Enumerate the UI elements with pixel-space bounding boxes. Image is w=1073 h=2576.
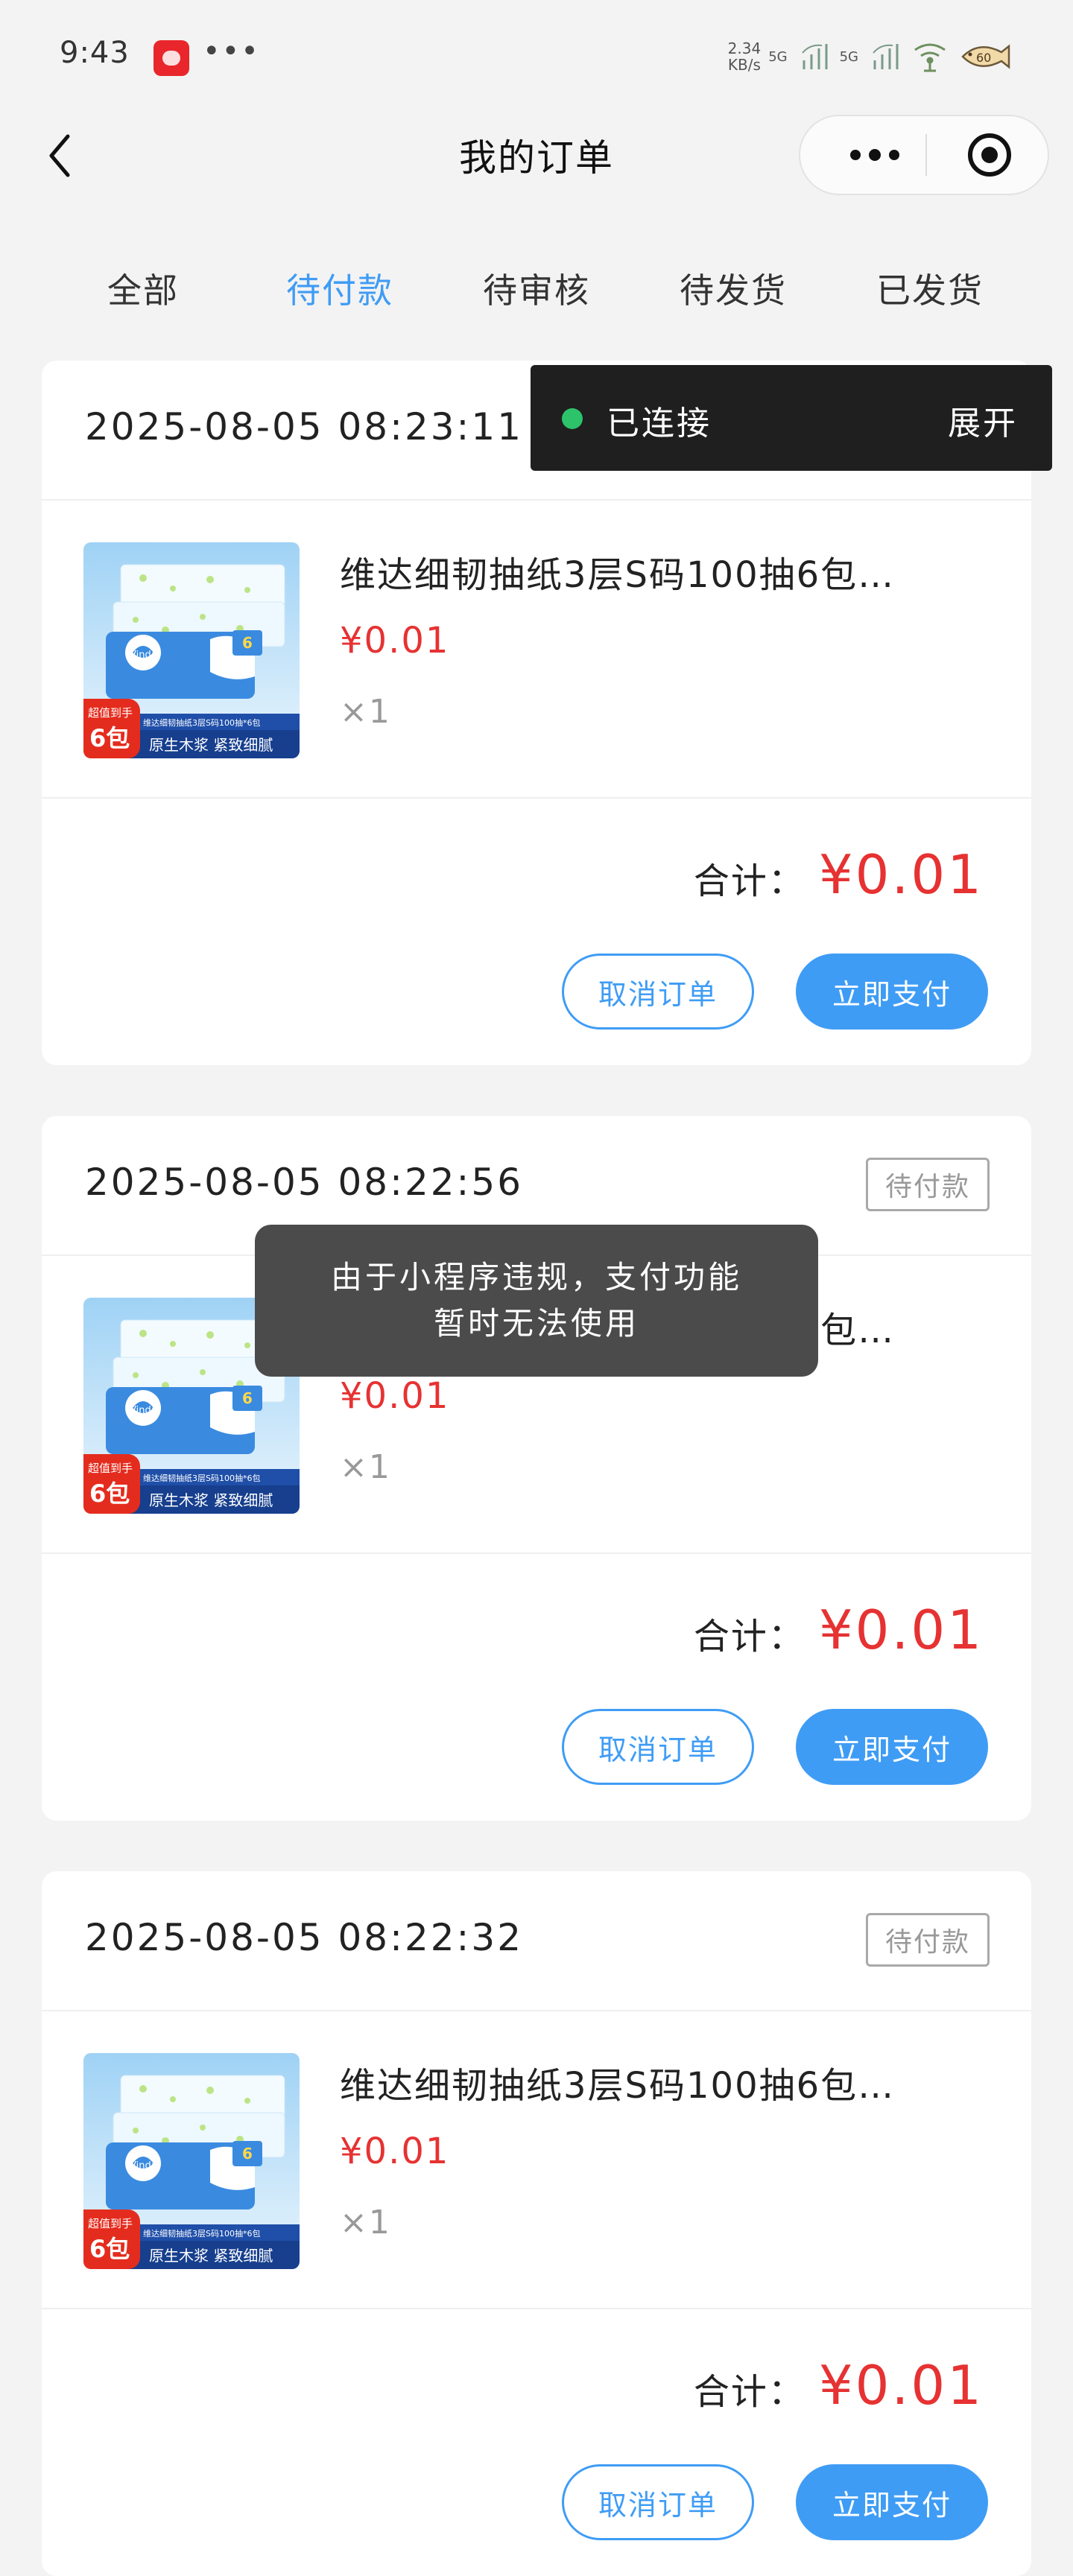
- product-quantity: ×1: [340, 693, 391, 731]
- signal-5g-label-1: 5G: [768, 48, 788, 65]
- pay-now-button[interactable]: 立即支付: [796, 954, 988, 1030]
- toast-line-2: 暂时无法使用: [433, 1305, 639, 1342]
- order-footer: 合计： ¥0.01 取消订单 立即支付: [42, 799, 1031, 1065]
- miniprogram-capsule: [799, 115, 1049, 195]
- product-quantity: ×1: [340, 1448, 391, 1486]
- order-status-badge: 待付款: [866, 1158, 990, 1211]
- order-card: 2025-08-05 08:22:56 待付款 6 维达细韧抽纸3层S码100抽…: [42, 1116, 1031, 1821]
- connection-status-bar: 已连接 展开: [531, 365, 1052, 471]
- status-indicators: 2.34 KB/s 5G 5G 60: [728, 34, 1013, 79]
- total-amount: ¥0.01: [818, 843, 984, 906]
- product-image[interactable]: 6 维达细韧抽纸3层S码100抽*6包 原生木浆 紧致细腻 超值到手 6包 Vi…: [83, 542, 300, 758]
- product-name[interactable]: 维达细韧抽纸3层S码100抽6包…: [340, 545, 996, 597]
- total-label: 合计：: [693, 2371, 805, 2413]
- target-close-icon: [968, 133, 1011, 177]
- product-price: ¥0.01: [340, 2131, 450, 2172]
- tab-all[interactable]: 全部: [45, 246, 241, 335]
- pay-now-button[interactable]: 立即支付: [796, 1709, 988, 1785]
- close-miniprogram-button[interactable]: [952, 116, 1027, 194]
- svg-text:6: 6: [242, 2145, 253, 2163]
- order-footer: 合计： ¥0.01 取消订单 立即支付: [42, 2309, 1031, 2576]
- product-image-brand: Vinda: [130, 650, 157, 661]
- product-price: ¥0.01: [340, 620, 450, 662]
- svg-text:60: 60: [976, 51, 991, 65]
- status-time: 9:43: [60, 36, 130, 70]
- svg-text:6: 6: [242, 634, 253, 652]
- product-image-badge-bottom: 6包: [89, 1479, 130, 1508]
- product-image-badge-top: 超值到手: [88, 1462, 133, 1475]
- toast-line-1: 由于小程序违规，支付功能: [330, 1259, 742, 1295]
- order-footer: 合计： ¥0.01 取消订单 立即支付: [42, 1554, 1031, 1821]
- order-time: 2025-08-05 08:22:32: [85, 1916, 524, 1959]
- pay-now-button[interactable]: 立即支付: [796, 2464, 988, 2540]
- total-label: 合计：: [693, 860, 805, 902]
- product-image-badge-bottom: 6包: [89, 724, 130, 752]
- order-status-tabs: 全部 待付款 待审核 待发货 已发货: [45, 246, 1028, 335]
- expand-button[interactable]: 展开: [948, 396, 1018, 444]
- order-product-row[interactable]: 6 维达细韧抽纸3层S码100抽*6包 原生木浆 紧致细腻 超值到手 6包 Vi…: [42, 2011, 1031, 2309]
- product-image-caption: 维达细韧抽纸3层S码100抽*6包: [143, 1473, 260, 1483]
- capsule-divider: [925, 134, 927, 176]
- product-image-banner: 原生木浆 紧致细腻: [149, 1491, 273, 1509]
- product-image-caption: 维达细韧抽纸3层S码100抽*6包: [143, 2228, 260, 2239]
- order-total: 合计： ¥0.01: [694, 2354, 984, 2417]
- product-image-banner: 原生木浆 紧致细腻: [149, 2247, 273, 2265]
- cancel-order-button[interactable]: 取消订单: [562, 954, 754, 1030]
- order-time: 2025-08-05 08:23:11: [85, 405, 524, 448]
- wifi-icon: [911, 39, 949, 74]
- product-image-brand: Vinda: [130, 2160, 157, 2171]
- product-image-brand: Vinda: [130, 1405, 157, 1416]
- product-image-badge-top: 超值到手: [88, 2217, 133, 2230]
- order-header: 2025-08-05 08:22:32 待付款: [42, 1871, 1031, 2011]
- order-total: 合计： ¥0.01: [694, 1599, 984, 1661]
- order-time: 2025-08-05 08:22:56: [85, 1161, 524, 1204]
- product-price: ¥0.01: [340, 1375, 450, 1417]
- tab-shipped[interactable]: 已发货: [832, 246, 1028, 335]
- more-dots-icon: [850, 149, 899, 161]
- status-bar: 9:43 ••• 2.34 KB/s 5G 5G 60: [0, 0, 1073, 112]
- battery-icon: 60: [957, 38, 1013, 75]
- order-total: 合计： ¥0.01: [694, 843, 984, 906]
- total-label: 合计：: [693, 1616, 805, 1657]
- total-amount: ¥0.01: [818, 2354, 984, 2417]
- connected-dot-icon: [562, 408, 583, 429]
- tab-pending-review[interactable]: 待审核: [438, 246, 635, 335]
- svg-text:6: 6: [242, 1389, 253, 1407]
- product-image-banner: 原生木浆 紧致细腻: [149, 736, 273, 754]
- product-quantity: ×1: [340, 2204, 391, 2242]
- navigation-bar: 我的订单: [0, 112, 1073, 216]
- product-image[interactable]: 6 维达细韧抽纸3层S码100抽*6包 原生木浆 紧致细腻 超值到手 6包 Vi…: [83, 2053, 300, 2269]
- more-button[interactable]: [830, 116, 920, 194]
- cancel-order-button[interactable]: 取消订单: [562, 2464, 754, 2540]
- signal-bars-icon: [800, 39, 832, 74]
- cancel-order-button[interactable]: 取消订单: [562, 1709, 754, 1785]
- order-card: 2025-08-05 08:22:32 待付款 6 维达细韧抽纸3层S码100抽…: [42, 1871, 1031, 2576]
- app-notification-icon: [153, 40, 189, 76]
- payment-disabled-toast: 由于小程序违规，支付功能 暂时无法使用: [255, 1225, 818, 1377]
- order-product-row[interactable]: 6 维达细韧抽纸3层S码100抽*6包 原生木浆 紧致细腻 超值到手 6包 Vi…: [42, 501, 1031, 799]
- product-image-caption: 维达细韧抽纸3层S码100抽*6包: [143, 717, 260, 728]
- product-image-badge-top: 超值到手: [88, 706, 133, 720]
- product-image-badge-bottom: 6包: [89, 2235, 130, 2263]
- network-speed: 2.34 KB/s: [728, 40, 762, 73]
- tab-pending-shipment[interactable]: 待发货: [635, 246, 832, 335]
- network-speed-unit: KB/s: [727, 56, 761, 74]
- status-more-icon: •••: [203, 34, 260, 69]
- signal-5g-label-2: 5G: [839, 48, 858, 65]
- product-name[interactable]: 维达细韧抽纸3层S码100抽6包…: [340, 2056, 996, 2108]
- tab-pending-payment[interactable]: 待付款: [241, 246, 438, 335]
- total-amount: ¥0.01: [818, 1599, 984, 1661]
- network-speed-value: 2.34: [727, 39, 762, 57]
- order-status-badge: 待付款: [866, 1913, 990, 1967]
- signal-bars-icon: [870, 39, 903, 74]
- connection-status-text: 已连接: [607, 405, 712, 442]
